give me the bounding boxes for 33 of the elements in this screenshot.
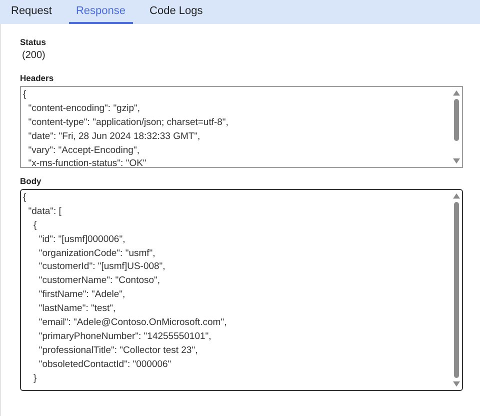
code-line: "data": [ bbox=[27, 204, 62, 219]
status-label: Status bbox=[20, 37, 47, 47]
code-line: "vary": "Accept-Encoding", bbox=[27, 144, 140, 158]
code-line: "customerId": "[usmf]US-008", bbox=[38, 260, 166, 274]
code-line: "professionalTitle": "Collector test 23", bbox=[38, 344, 199, 358]
code-line: "firstName": "Adele", bbox=[38, 288, 126, 302]
body-label: Body bbox=[20, 176, 42, 186]
code-line: "id": "[usmf]000006", bbox=[38, 232, 126, 247]
headers-label: Headers bbox=[20, 73, 55, 83]
tab[interactable]: Response bbox=[68, 0, 133, 24]
code-line: { bbox=[23, 191, 28, 205]
code-line: "organizationCode": "usmf", bbox=[38, 246, 156, 260]
tab[interactable]: Request bbox=[4, 0, 59, 24]
code-line: "customerName": "Contoso", bbox=[38, 274, 162, 288]
headers-text-area[interactable]: { "content-encoding": "gzip", "content-type": "application/json; charset=utf-8", "date": "Fri, 28 Jun 2024 18:32:33 GMT", "vary": "Accept-Encoding", "x-ms-function-status": "OK" bbox=[20, 86, 463, 168]
code-line: "date": "Fri, 28 Jun 2024 18:32:33 GMT", bbox=[27, 130, 202, 144]
scroll-up-icon[interactable] bbox=[452, 90, 460, 96]
code-line: "primaryPhoneNumber": "14255550101", bbox=[38, 330, 212, 344]
code-line: "content-type": "application/json; charset=utf-8", bbox=[27, 116, 230, 130]
scroll-down-icon[interactable] bbox=[452, 381, 460, 387]
code-line: "lastName": "test", bbox=[38, 302, 117, 316]
code-line: { bbox=[32, 218, 38, 233]
code-line: } bbox=[32, 372, 38, 386]
code-line: "x-ms-function-status": "OK" bbox=[27, 157, 148, 167]
scroll-down-icon[interactable] bbox=[452, 158, 460, 164]
code-line: "obsoletedContactId": "000006" bbox=[38, 358, 172, 372]
scroll-up-icon[interactable] bbox=[452, 193, 460, 199]
code-line: { bbox=[23, 88, 28, 102]
status-value: (200) bbox=[22, 50, 46, 61]
tab[interactable]: Code Logs bbox=[142, 0, 210, 24]
code-line: "content-encoding": "gzip", bbox=[27, 102, 142, 116]
body-text-area[interactable] bbox=[20, 189, 463, 391]
code-line: "email": "Adele@Contoso.OnMicrosoft.com", bbox=[38, 316, 228, 330]
